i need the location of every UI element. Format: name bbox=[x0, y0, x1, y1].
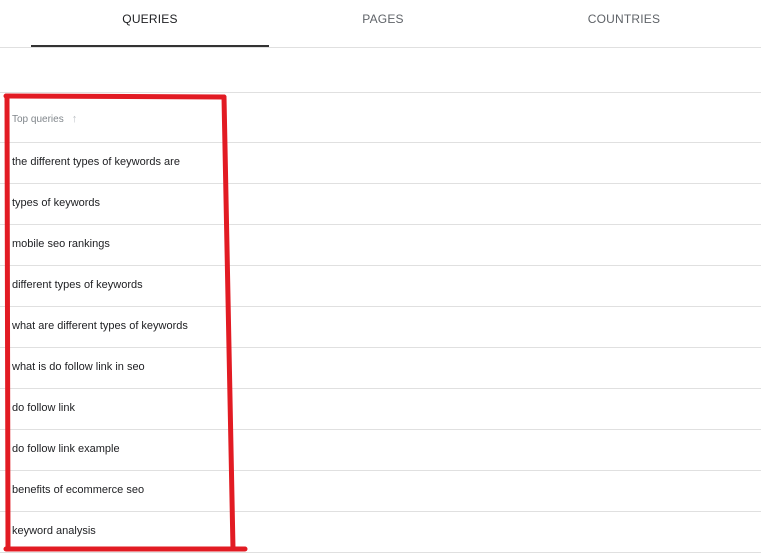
query-cell: what are different types of keywords bbox=[12, 320, 188, 332]
table-row[interactable]: what are different types of keywords bbox=[0, 306, 761, 347]
table-row[interactable]: types of keywords bbox=[0, 183, 761, 224]
tab-bar: QUERIES PAGES COUNTRIES bbox=[0, 0, 761, 48]
query-cell: benefits of ecommerce seo bbox=[12, 484, 145, 496]
query-cell: do follow link example bbox=[12, 443, 120, 455]
query-cell: different types of keywords bbox=[12, 279, 143, 291]
query-cell: what is do follow link in seo bbox=[12, 361, 145, 373]
query-cell: do follow link bbox=[12, 402, 75, 414]
arrow-up-icon[interactable]: ↑ bbox=[72, 113, 78, 125]
table-row[interactable]: mobile seo rankings bbox=[0, 224, 761, 265]
column-header-top-queries[interactable]: Top queries ↑ bbox=[12, 113, 77, 125]
table-row[interactable]: the different types of keywords are bbox=[0, 142, 761, 183]
table-row[interactable]: different types of keywords bbox=[0, 265, 761, 306]
tab-queries[interactable]: QUERIES bbox=[31, 0, 269, 46]
query-cell: mobile seo rankings bbox=[12, 238, 110, 250]
query-cell: types of keywords bbox=[12, 197, 101, 209]
table-row[interactable]: benefits of ecommerce seo bbox=[0, 470, 761, 511]
table-header-row: Top queries ↑ bbox=[0, 92, 761, 142]
table-row[interactable]: do follow link bbox=[0, 388, 761, 429]
tab-countries[interactable]: COUNTRIES bbox=[497, 0, 751, 46]
table-row[interactable]: do follow link example bbox=[0, 429, 761, 470]
query-cell: keyword analysis bbox=[12, 525, 96, 537]
table-row[interactable]: keyword analysis bbox=[0, 511, 761, 553]
active-tab-indicator bbox=[31, 45, 269, 47]
queries-table: Top queries ↑ the different types of keyw… bbox=[0, 92, 761, 553]
tab-pages[interactable]: PAGES bbox=[269, 0, 497, 46]
column-header-label: Top queries bbox=[12, 114, 64, 125]
query-cell: the different types of keywords are bbox=[12, 156, 180, 168]
table-row[interactable]: what is do follow link in seo bbox=[0, 347, 761, 388]
